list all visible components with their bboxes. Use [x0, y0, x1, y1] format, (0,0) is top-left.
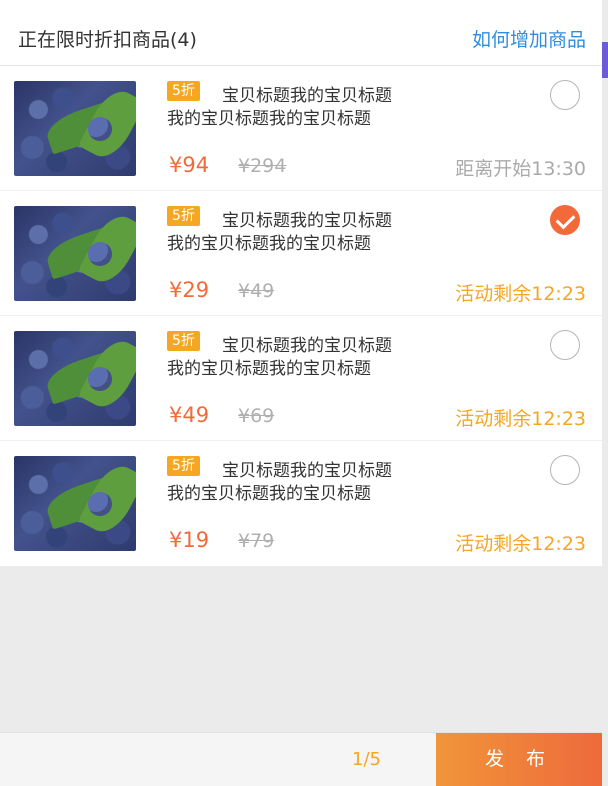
product-title-line2: 我的宝贝标题我的宝贝标题	[167, 234, 371, 254]
side-accent-bar	[602, 42, 608, 78]
product-item[interactable]: 5折 宝贝标题我的宝贝标题 我的宝贝标题我的宝贝标题 ¥29 ¥49 活动剩余1…	[0, 191, 602, 316]
how-to-add-products-link[interactable]: 如何增加商品	[472, 25, 586, 52]
sale-price: ¥29	[169, 278, 210, 302]
product-thumbnail	[14, 331, 136, 426]
select-checkbox[interactable]	[550, 455, 580, 485]
product-thumbnail	[14, 81, 136, 176]
original-price: ¥294	[238, 155, 287, 177]
product-title-line2: 我的宝贝标题我的宝贝标题	[167, 359, 371, 379]
list-title: 正在限时折扣商品(4)	[18, 29, 197, 51]
select-checkbox-checked[interactable]	[550, 205, 580, 235]
list-header: 正在限时折扣商品(4) 如何增加商品	[0, 7, 602, 66]
original-price: ¥69	[238, 405, 275, 427]
product-title-line1: 宝贝标题我的宝贝标题	[222, 211, 392, 231]
product-thumbnail	[14, 456, 136, 551]
countdown-status: 活动剩余12:23	[455, 283, 586, 305]
product-thumbnail	[14, 206, 136, 301]
original-price: ¥79	[238, 530, 275, 552]
footer-bar: 1/5 发 布	[0, 732, 602, 786]
product-title-line1: 宝贝标题我的宝贝标题	[222, 336, 392, 356]
product-title-line1: 宝贝标题我的宝贝标题	[222, 86, 392, 106]
product-title-line1: 宝贝标题我的宝贝标题	[222, 461, 392, 481]
product-item[interactable]: 5折 宝贝标题我的宝贝标题 我的宝贝标题我的宝贝标题 ¥19 ¥79 活动剩余1…	[0, 441, 602, 565]
product-item[interactable]: 5折 宝贝标题我的宝贝标题 我的宝贝标题我的宝贝标题 ¥94 ¥294 距离开始…	[0, 66, 602, 191]
original-price: ¥49	[238, 280, 275, 302]
product-list-panel: 正在限时折扣商品(4) 如何增加商品 5折 宝贝标题我的宝贝标题 我的宝贝标题我…	[0, 0, 602, 566]
discount-badge: 5折	[167, 206, 200, 226]
countdown-status: 距离开始13:30	[455, 158, 586, 180]
product-item[interactable]: 5折 宝贝标题我的宝贝标题 我的宝贝标题我的宝贝标题 ¥49 ¥69 活动剩余1…	[0, 316, 602, 441]
countdown-status: 活动剩余12:23	[455, 408, 586, 430]
sale-price: ¥49	[169, 403, 210, 427]
discount-badge: 5折	[167, 81, 200, 101]
publish-button[interactable]: 发 布	[436, 733, 602, 786]
product-title-line2: 我的宝贝标题我的宝贝标题	[167, 109, 371, 129]
sale-price: ¥94	[169, 153, 210, 177]
select-checkbox[interactable]	[550, 80, 580, 110]
discount-badge: 5折	[167, 331, 200, 351]
discount-badge: 5折	[167, 456, 200, 476]
sale-price: ¥19	[169, 528, 210, 552]
select-checkbox[interactable]	[550, 330, 580, 360]
page-indicator: 1/5	[352, 749, 381, 770]
countdown-status: 活动剩余12:23	[455, 533, 586, 555]
product-title-line2: 我的宝贝标题我的宝贝标题	[167, 484, 371, 504]
